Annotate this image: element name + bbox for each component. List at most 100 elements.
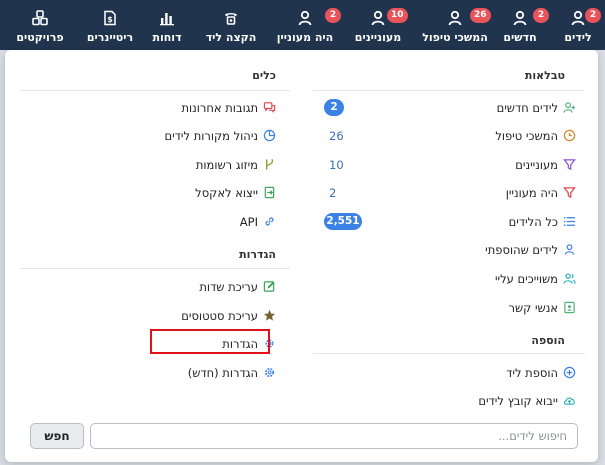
table-link-was-interested[interactable]: היה מעוניין 2 (313, 183, 578, 203)
table-link-label: כל הלידים (508, 215, 558, 229)
tool-link-export-excel[interactable]: ייצוא לאקסל (20, 183, 278, 203)
settings-link-edit-statuses[interactable]: עריכת סטטוסים (20, 306, 278, 326)
plus-circle-icon (563, 366, 576, 379)
nav-label: פרויקטים (16, 31, 64, 44)
highlight-box (150, 329, 270, 354)
settings-link-label: עריכת סטטוסים (181, 309, 258, 323)
link-icon (265, 217, 274, 226)
section-title-settings: הגדרות (239, 248, 276, 261)
search-button[interactable]: חפש (30, 423, 84, 449)
settings-link-label: עריכת שדות (199, 280, 258, 294)
section-divider (20, 90, 290, 91)
section-title-add: הוספה (531, 334, 565, 347)
tool-link-recent-comments[interactable]: תגובות אחרונות (20, 98, 278, 118)
nav-badge: 2 (585, 8, 601, 23)
nav-badge: 26 (470, 8, 491, 23)
search-input[interactable] (90, 423, 578, 449)
table-link-my-added-leads[interactable]: לידים שהוספתי (313, 240, 578, 260)
edit-icon (263, 281, 275, 292)
comments-icon (263, 102, 276, 114)
bar-chart-icon (160, 13, 174, 26)
table-link-label: לידים שהוספתי (485, 243, 558, 257)
section-divider (313, 90, 585, 91)
count-value: 26 (329, 129, 344, 143)
nav-label: היה מעוניין (276, 31, 334, 44)
import-leads-link[interactable]: ייבוא קובץ לידים (313, 391, 578, 411)
tool-link-label: ניהול מקורות לידים (164, 129, 258, 143)
nav-label: דוחות (152, 31, 182, 44)
user-icon (571, 10, 585, 26)
contact-card-icon (564, 301, 575, 314)
nav-followups[interactable]: 26 המשכי טיפול (418, 0, 492, 50)
table-link-label: המשכי טיפול (495, 129, 558, 143)
settings-link-settings-new[interactable]: הגדרות (חדש) (20, 363, 278, 383)
svg-text:$: $ (107, 15, 113, 24)
table-link-assigned-to-me[interactable]: משוייכים עליי (313, 269, 578, 289)
section-title-tools: כלים (252, 69, 276, 82)
tool-link-merge-records[interactable]: מיזוג רשומות (20, 155, 278, 175)
users-icon (563, 273, 576, 284)
nav-label: לידים (564, 31, 592, 44)
add-lead-link[interactable]: הוספת ליד (313, 363, 578, 383)
nav-badge: 10 (387, 8, 408, 23)
table-link-label: משוייכים עליי (494, 272, 558, 286)
section-divider (20, 268, 290, 269)
excel-export-icon (264, 186, 275, 199)
nav-label: הקצה ליד (205, 31, 257, 44)
gear-icon (264, 367, 275, 378)
tool-link-label: ייצוא לאקסל (195, 186, 258, 200)
nav-badge: 2 (533, 8, 549, 23)
table-link-label: מעוניינים (515, 158, 558, 172)
user-icon (513, 10, 527, 26)
table-link-contacts[interactable]: אנשי קשר (313, 298, 578, 318)
table-link-label: לידים חדשים (496, 101, 558, 115)
add-link-label: ייבוא קובץ לידים (478, 394, 558, 408)
top-navigation-bar: 2 לידים 2 חדשים 26 המשכי טיפול 10 מעוניי… (0, 0, 605, 50)
cloud-upload-icon (563, 397, 575, 405)
table-link-label: היה מעוניין (505, 186, 558, 200)
table-link-followups[interactable]: המשכי טיפול 26 (313, 126, 578, 146)
filter-icon (563, 187, 576, 199)
nav-interested[interactable]: 10 מעוניינים (346, 0, 410, 50)
nav-leads[interactable]: 2 לידים (555, 0, 601, 50)
user-icon (298, 10, 312, 26)
list-icon (563, 216, 576, 227)
invoice-dollar-icon: $ (104, 10, 116, 26)
tool-link-label: תגובות אחרונות (181, 101, 258, 115)
settings-link-edit-fields[interactable]: עריכת שדות (20, 277, 278, 297)
add-link-label: הוספת ליד (506, 366, 558, 380)
pie-chart-icon (263, 129, 276, 142)
tool-link-api[interactable]: API (20, 212, 278, 232)
phone-icon (225, 13, 237, 25)
nav-assign-lead[interactable]: הקצה ליד (198, 0, 264, 50)
user-icon (564, 244, 575, 255)
nav-projects[interactable]: פרויקטים (5, 0, 75, 50)
count-pill: 2 (324, 99, 344, 116)
count-value: 2 (329, 186, 337, 200)
nav-new[interactable]: 2 חדשים (495, 0, 549, 50)
section-divider (313, 353, 585, 354)
user-icon (448, 10, 462, 26)
tool-link-label: API (239, 215, 258, 229)
nav-reports[interactable]: דוחות (143, 0, 191, 50)
nav-label: חדשים (503, 31, 537, 44)
merge-icon (266, 159, 273, 170)
cubes-icon (32, 10, 48, 26)
nav-badge: 2 (325, 8, 341, 23)
count-pill: 2,551 (324, 213, 362, 230)
user-plus-icon (563, 102, 576, 113)
table-link-interested[interactable]: מעוניינים 10 (313, 155, 578, 175)
table-link-all-leads[interactable]: כל הלידים 2,551 (313, 212, 578, 232)
nav-label: המשכי טיפול (422, 31, 488, 44)
nav-was-interested[interactable]: 2 היה מעוניין (270, 0, 341, 50)
table-link-new-leads[interactable]: לידים חדשים 2 (313, 98, 578, 118)
star-icon (263, 309, 276, 321)
tool-link-lead-sources[interactable]: ניהול מקורות לידים (20, 126, 278, 146)
clock-icon (563, 129, 576, 142)
nav-retainers[interactable]: $ ריטיינרים (78, 0, 142, 50)
section-title-tables: טבלאות (524, 69, 565, 82)
table-link-label: אנשי קשר (508, 301, 558, 315)
settings-link-label: הגדרות (חדש) (187, 366, 258, 380)
nav-label: מעוניינים (354, 31, 402, 44)
user-icon (371, 10, 385, 26)
